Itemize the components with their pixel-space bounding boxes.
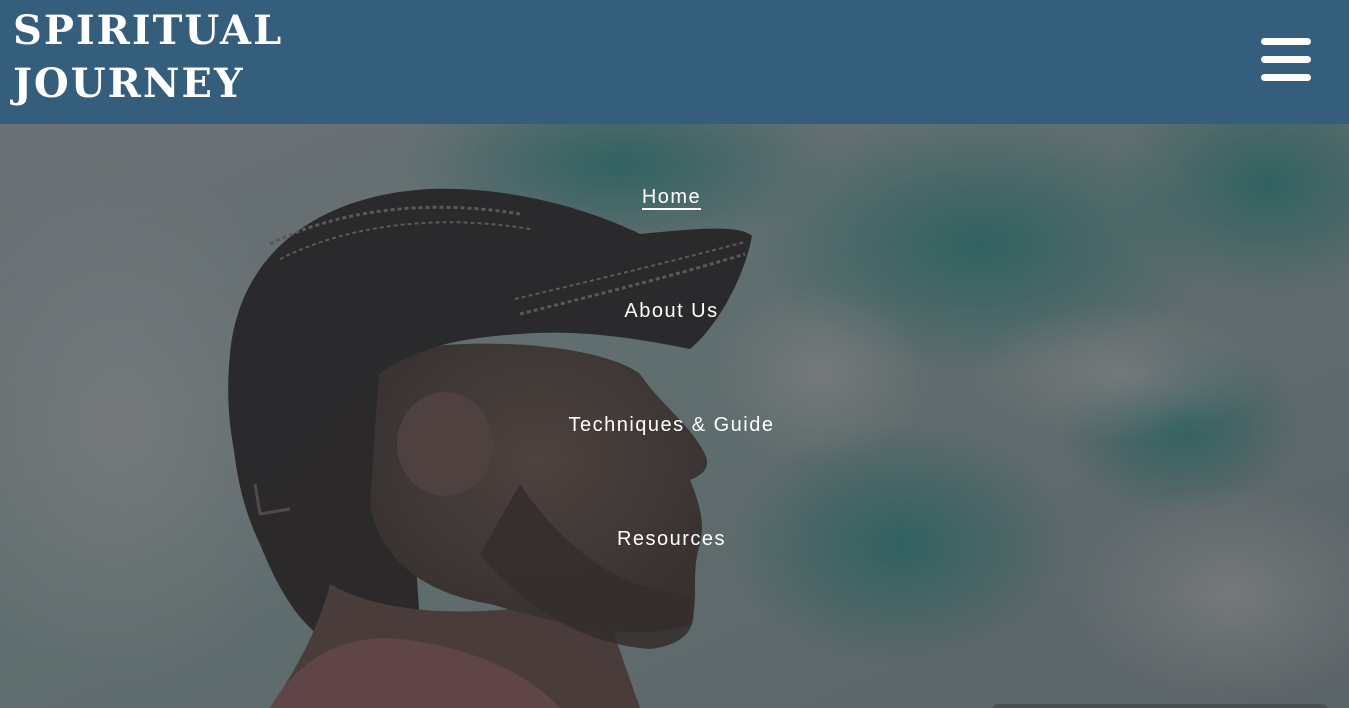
nav-item-label: About Us	[624, 300, 719, 322]
partial-bottom-element	[992, 704, 1328, 708]
nav-item-home[interactable]: Home	[0, 185, 1343, 210]
nav-item-techniques-guide[interactable]: Techniques & Guide	[0, 413, 1343, 437]
main-navigation: Home About Us Techniques & Guide Resourc…	[0, 124, 1349, 708]
hamburger-bar	[1261, 56, 1311, 63]
logo-line-2: JOURNEY	[13, 60, 245, 107]
nav-item-label: Techniques & Guide	[568, 414, 775, 436]
logo-line-1: SPIRITUAL	[13, 7, 284, 54]
hamburger-menu-icon[interactable]	[1261, 38, 1311, 82]
nav-item-label: Home	[641, 186, 702, 210]
hamburger-bar	[1261, 38, 1311, 45]
nav-item-resources[interactable]: Resources	[0, 527, 1343, 551]
hamburger-bar	[1261, 74, 1311, 81]
nav-item-about-us[interactable]: About Us	[0, 299, 1343, 323]
site-header: SPIRITUAL JOURNEY	[0, 0, 1349, 124]
nav-item-label: Resources	[616, 528, 727, 550]
site-logo[interactable]: SPIRITUAL JOURNEY	[13, 4, 283, 110]
